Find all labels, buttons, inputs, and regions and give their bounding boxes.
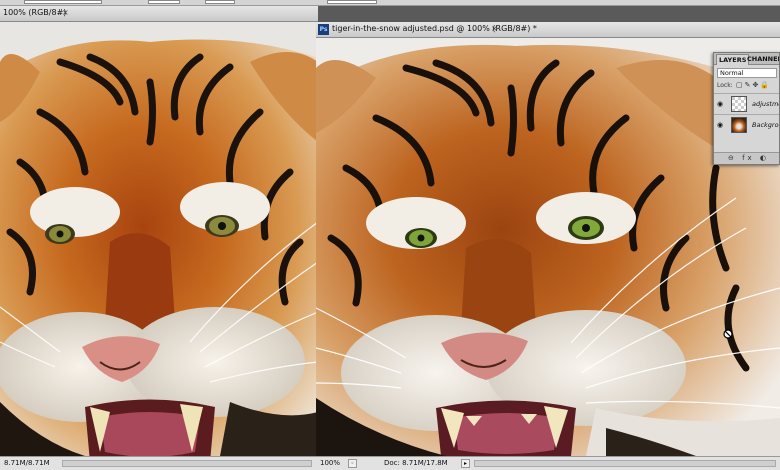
options-field[interactable] <box>205 0 235 4</box>
tab-channels[interactable]: CHANNELS <box>745 54 779 64</box>
layer-thumbnail <box>731 117 747 133</box>
photoshop-icon: Ps <box>318 24 329 35</box>
right-document-tab[interactable]: Ps tiger-in-the-snow adjusted.psd @ 100%… <box>316 22 780 38</box>
left-status-bar: 8.71M/8.71M <box>0 456 318 470</box>
close-icon[interactable]: × <box>62 8 69 17</box>
left-document-tab[interactable]: 100% (RGB/8#) × <box>0 6 318 22</box>
options-field[interactable] <box>24 0 102 4</box>
doc-size: Doc: 8.71M/17.8M <box>384 459 448 467</box>
right-status-bar: 100% ◦ Doc: 8.71M/17.8M ▸ <box>316 456 780 470</box>
left-document-window: 100% (RGB/8#) × 8.71M/8.71M <box>0 6 318 470</box>
left-status-doc-size: 8.71M/8.71M <box>4 459 50 467</box>
eye-icon[interactable]: ◉ <box>717 100 725 108</box>
left-canvas[interactable] <box>0 22 318 456</box>
zoom-level[interactable]: 100% <box>320 459 340 467</box>
layer-thumbnail <box>731 96 747 112</box>
right-document-title: tiger-in-the-snow adjusted.psd @ 100% (R… <box>332 24 537 33</box>
layers-panel-footer[interactable]: ⊖ fx ◐ ▭ <box>714 152 779 164</box>
no-entry-cursor-icon <box>723 329 733 339</box>
close-icon[interactable]: × <box>491 24 498 33</box>
eye-icon[interactable]: ◉ <box>717 121 725 129</box>
status-arrow-icon[interactable]: ▸ <box>461 459 470 468</box>
options-field[interactable] <box>327 0 377 4</box>
status-menu-icon[interactable]: ◦ <box>348 459 357 468</box>
layer-row-background[interactable]: ◉ Backgrou <box>714 114 779 134</box>
layer-name: adjustmen <box>752 100 779 108</box>
lock-label: Lock: <box>717 82 733 89</box>
photoshop-workspace: 100% (RGB/8#) × 8.71M/8.71M Ps tiger-in-… <box>0 0 780 470</box>
right-canvas[interactable] <box>316 38 780 456</box>
layer-name: Backgrou <box>752 121 780 129</box>
horizontal-scrollbar[interactable] <box>62 460 312 467</box>
tiger-photo-original <box>0 22 318 456</box>
options-field[interactable] <box>148 0 180 4</box>
layer-row-adjustment[interactable]: ◉ adjustmen <box>714 93 779 113</box>
horizontal-scrollbar[interactable] <box>474 460 776 467</box>
panel-tabs: LAYERS CHANNELS <box>714 53 779 65</box>
lock-icons[interactable]: ▢✎✥🔒 <box>736 81 771 89</box>
blend-mode-select[interactable]: Normal <box>717 68 777 78</box>
layers-panel: LAYERS CHANNELS Normal Lock: ▢✎✥🔒 ◉ adju… <box>713 52 780 165</box>
tiger-photo-adjusted <box>316 38 780 456</box>
left-document-title: 100% (RGB/8#) <box>3 8 67 17</box>
right-document-window: Ps tiger-in-the-snow adjusted.psd @ 100%… <box>316 22 780 470</box>
